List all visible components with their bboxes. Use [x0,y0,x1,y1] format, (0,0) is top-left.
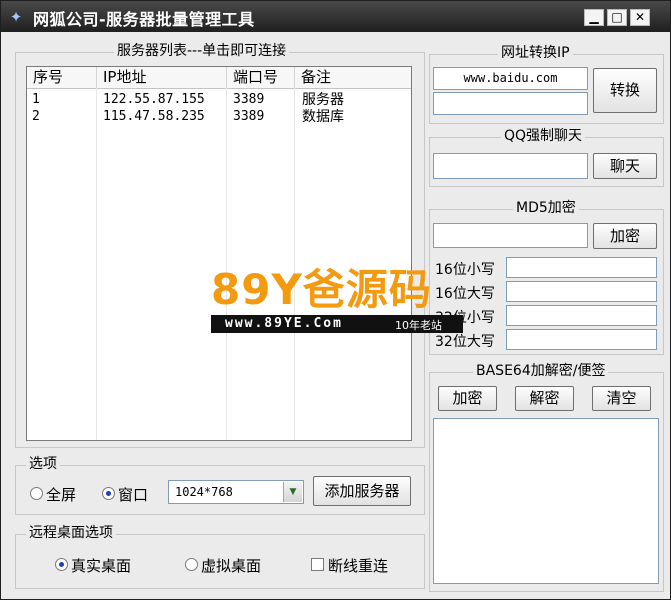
window-label[interactable]: 窗口 [118,484,148,505]
md5-32-upper-field[interactable] [506,329,657,350]
watermark-logo: 89Y爸源码 [211,265,432,314]
url-input[interactable]: www.baidu.com [433,67,588,90]
notes-textarea[interactable] [433,418,659,584]
chevron-down-icon[interactable]: ▼ [283,482,302,502]
window-radio[interactable] [102,487,115,500]
close-button[interactable]: ✕ [630,9,650,26]
table-row[interactable]: 1 122.55.87.155 3389 服务器 [27,92,411,108]
row-note: 服务器 [302,92,344,108]
reconnect-checkbox[interactable] [311,558,324,571]
grid-line [96,88,97,440]
watermark-tagline: 10年老站 [395,319,442,332]
options-title: 选项 [26,456,60,473]
title-bar[interactable]: ✦ 网狐公司-服务器批量管理工具 ▁ □ ✕ [1,1,670,32]
chat-button[interactable]: 聊天 [593,153,657,179]
window-title: 网狐公司-服务器批量管理工具 [33,10,255,29]
base64-decrypt-button[interactable]: 解密 [515,386,574,411]
row-index: 1 [32,92,40,107]
minimize-button[interactable]: ▁ [584,9,604,26]
ip-result-field[interactable] [433,92,588,115]
grid-line [226,88,227,440]
md5-32-lower-field[interactable] [506,305,657,326]
base64-encrypt-button[interactable]: 加密 [438,386,497,411]
app-window: ✦ 网狐公司-服务器批量管理工具 ▁ □ ✕ 服务器列表---单击即可连接 序号… [0,0,671,600]
virtual-desktop-label[interactable]: 虚拟桌面 [201,555,261,576]
row-port: 3389 [233,92,265,107]
remote-desktop-title: 远程桌面选项 [26,525,116,542]
md5-16-upper-field[interactable] [506,281,657,302]
column-header-note[interactable]: 备注 [295,67,411,88]
maximize-button[interactable]: □ [607,9,627,26]
row-index: 2 [32,109,40,124]
column-header-index[interactable]: 序号 [27,67,97,88]
qq-number-input[interactable] [433,153,588,179]
reconnect-label[interactable]: 断线重连 [328,555,388,576]
watermark-url: www.89YE.Com [225,316,343,331]
grid-line [294,88,295,440]
base64-clear-button[interactable]: 清空 [592,386,651,411]
server-list-title: 服务器列表---单击即可连接 [114,43,290,60]
column-header-port[interactable]: 端口号 [227,67,295,88]
server-list-table[interactable]: 序号 IP地址 端口号 备注 1 122.55.87.155 3389 服务器 … [26,66,412,441]
md5-16-lower-field[interactable] [506,257,657,278]
row-note: 数据库 [302,109,344,125]
table-row[interactable]: 2 115.47.58.235 3389 数据库 [27,109,411,125]
site-watermark: 89Y爸源码 www.89YE.Com 10年老站 [211,265,463,335]
watermark-bar: www.89YE.Com 10年老站 [211,315,463,333]
real-desktop-label[interactable]: 真实桌面 [71,555,131,576]
row-ip: 115.47.58.235 [103,109,205,124]
md5-title: MD5加密 [513,200,579,217]
real-desktop-radio[interactable] [55,558,68,571]
row-ip: 122.55.87.155 [103,92,205,107]
resolution-select[interactable]: 1024*768 ▼ [168,480,304,504]
column-header-ip[interactable]: IP地址 [97,67,227,88]
table-header: 序号 IP地址 端口号 备注 [27,67,411,89]
qq-chat-title: QQ强制聊天 [501,128,586,145]
base64-title: BASE64加解密/便签 [473,363,609,380]
resolution-value: 1024*768 [175,485,233,499]
convert-button[interactable]: 转换 [593,68,657,113]
md5-encrypt-button[interactable]: 加密 [593,223,657,249]
fullscreen-label[interactable]: 全屏 [46,484,76,505]
row-port: 3389 [233,109,265,124]
fullscreen-radio[interactable] [30,487,43,500]
add-server-button[interactable]: 添加服务器 [313,476,411,506]
url-to-ip-title: 网址转换IP [498,45,573,62]
md5-input[interactable] [433,223,588,248]
virtual-desktop-radio[interactable] [185,558,198,571]
app-fox-icon: ✦ [9,8,23,26]
